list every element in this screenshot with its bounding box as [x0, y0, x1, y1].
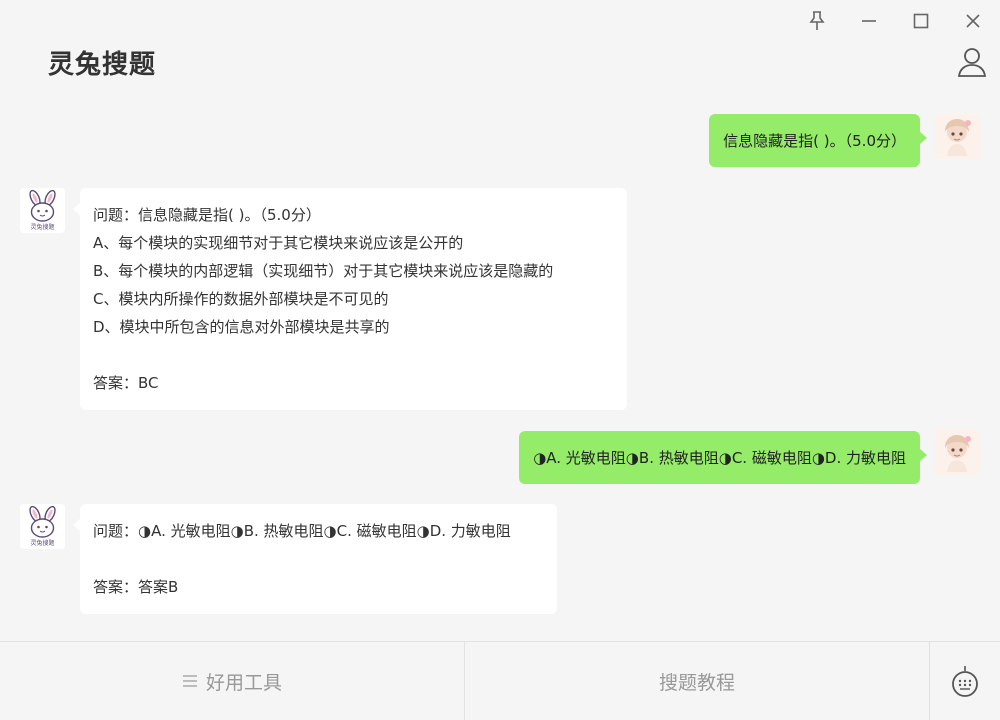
- minimize-icon[interactable]: [856, 8, 882, 34]
- chat-area[interactable]: 信息隐藏是指( )。（5.0分） 灵兔搜题 问题：信息隐藏是指()。（5.0分…: [0, 100, 1000, 640]
- user-profile-icon[interactable]: [956, 46, 988, 78]
- search-tutorial-label: 搜题教程: [658, 671, 735, 694]
- user-avatar[interactable]: [935, 114, 980, 159]
- answer-result: 答案：答案B: [93, 578, 179, 596]
- answer-option-a: A、每个模块的实现细节对于其它模块来说应该是公开的: [93, 234, 464, 252]
- bot-answer-bubble[interactable]: 问题：◑A. 光敏电阻◑B. 热敏电阻◑C. 磁敏电阻◑D. 力敏电阻 答案：答…: [73, 504, 557, 614]
- answer-option-d: D、模块中所包含的信息对外部模块是共享的: [93, 318, 390, 336]
- user-avatar[interactable]: [935, 430, 980, 475]
- bottom-toolbar: 好用工具 搜题教程: [0, 641, 1000, 720]
- app-window: 灵兔搜题 信息隐藏是指( )。（5.0分） 灵兔搜题 问题：信息隐藏是指()。…: [0, 0, 1000, 720]
- bot-answer-bubble[interactable]: 问题：信息隐藏是指( )。（5.0分） A、每个模块的实现细节对于其它模块来说应…: [73, 188, 627, 410]
- answer-result: 答案：BC: [93, 374, 159, 392]
- search-tutorial-button[interactable]: 搜题教程: [465, 642, 930, 720]
- message-text: ◑A. 光敏电阻◑B. 热敏电阻◑C. 磁敏电阻◑D. 力敏电阻: [533, 448, 906, 467]
- answer-option-b: B、每个模块的内部逻辑（实现细节）对于其它模块来说应该是隐藏的: [93, 262, 554, 280]
- close-icon[interactable]: [960, 8, 986, 34]
- user-message-bubble[interactable]: ◑A. 光敏电阻◑B. 热敏电阻◑C. 磁敏电阻◑D. 力敏电阻: [519, 431, 927, 484]
- answer-question-line: 问题：◑A. 光敏电阻◑B. 热敏电阻◑C. 磁敏电阻◑D. 力敏电阻: [93, 522, 511, 540]
- useful-tools-label: 好用工具: [205, 671, 282, 694]
- answer-question-line: 问题：信息隐藏是指( )。（5.0分）: [93, 206, 321, 224]
- pin-icon[interactable]: [804, 8, 830, 34]
- bot-avatar[interactable]: 灵兔搜题: [20, 504, 65, 549]
- keyboard-icon[interactable]: [930, 642, 1000, 720]
- message-text: 信息隐藏是指( )。（5.0分）: [723, 131, 906, 150]
- answer-option-c: C、模块内所操作的数据外部模块是不可见的: [93, 290, 389, 308]
- bot-avatar-label: 灵兔搜题: [30, 539, 54, 547]
- maximize-icon[interactable]: [908, 8, 934, 34]
- menu-icon: [182, 675, 197, 687]
- answer-blank-line: [93, 545, 544, 573]
- user-message-bubble[interactable]: 信息隐藏是指( )。（5.0分）: [709, 114, 927, 167]
- useful-tools-button[interactable]: 好用工具: [0, 642, 465, 720]
- bot-avatar-label: 灵兔搜题: [30, 223, 54, 231]
- app-title: 灵兔搜题: [48, 50, 157, 80]
- window-controls: [804, 8, 986, 34]
- bot-avatar[interactable]: 灵兔搜题: [20, 188, 65, 233]
- answer-blank-line: [93, 341, 614, 369]
